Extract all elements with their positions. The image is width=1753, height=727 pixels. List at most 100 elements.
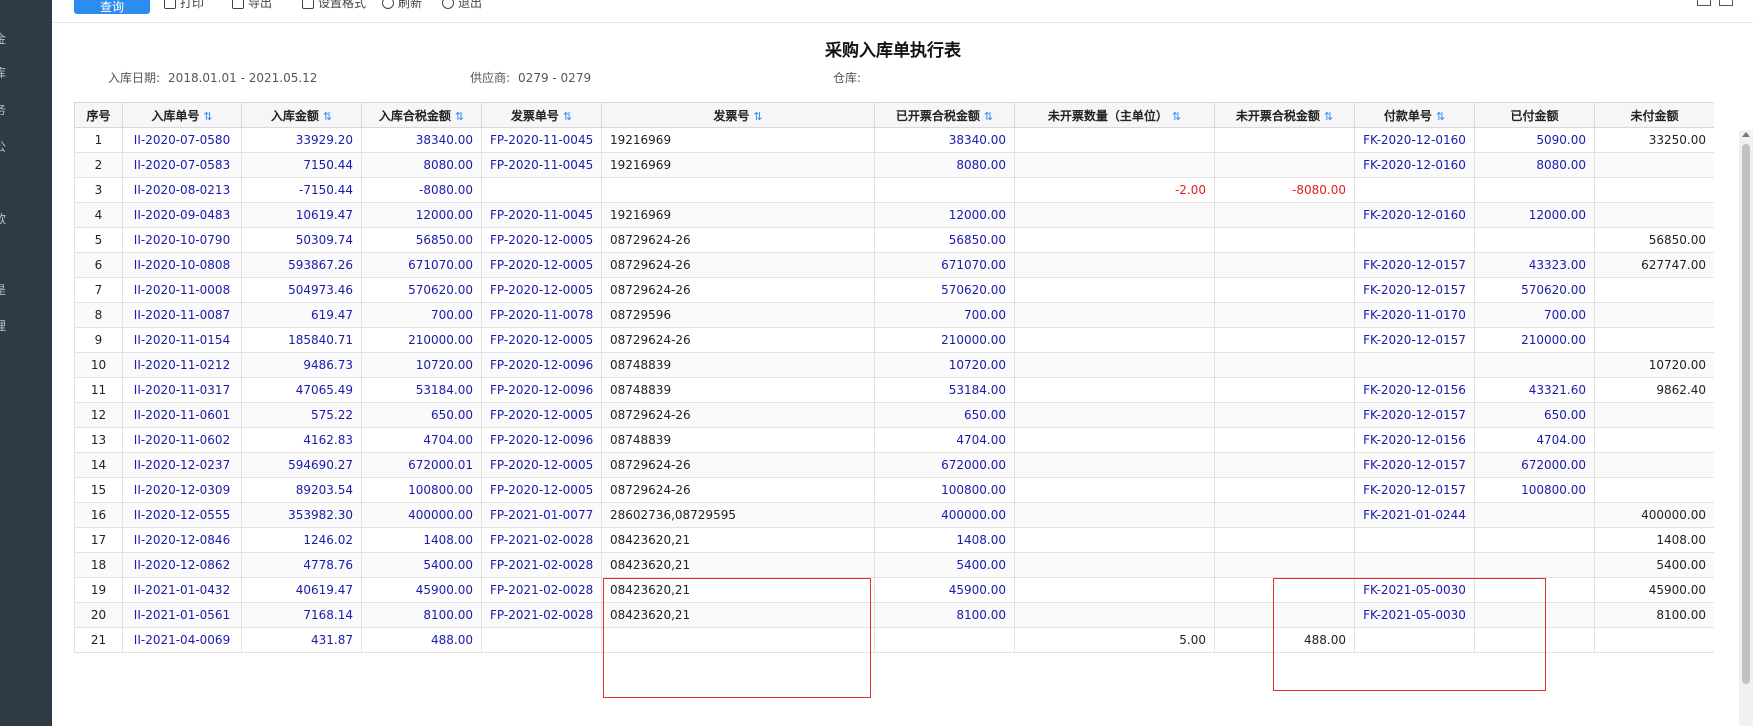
table-cell[interactable]: FP-2020-12-0005	[481, 277, 602, 303]
table-cell: 210000.00	[1474, 327, 1595, 353]
refresh-button[interactable]: 刷新	[382, 0, 422, 10]
table-cell[interactable]: II-2020-11-0601	[122, 402, 242, 428]
table-cell[interactable]: FP-2020-11-0078	[481, 302, 602, 328]
table-cell[interactable]: FP-2020-12-0096	[481, 427, 602, 453]
table-cell[interactable]: FK-2020-12-0160	[1354, 152, 1475, 178]
exit-button[interactable]: 退出	[442, 0, 482, 10]
table-cell[interactable]: FP-2021-02-0028	[481, 552, 602, 578]
scroll-up-icon[interactable]	[1742, 132, 1750, 137]
table-cell[interactable]: II-2020-12-0862	[122, 552, 242, 578]
table-cell: 185840.71	[241, 327, 362, 353]
table-cell[interactable]: II-2020-08-0213	[122, 177, 242, 203]
sidebar-item[interactable]: 公	[0, 138, 14, 155]
table-cell[interactable]: II-2020-07-0583	[122, 152, 242, 178]
sidebar-item[interactable]: 是	[0, 281, 14, 298]
table-cell[interactable]: FP-2020-12-0005	[481, 477, 602, 503]
column-header[interactable]: 发票单号 ⇅	[481, 102, 602, 128]
table-cell: 570620.00	[874, 277, 1015, 303]
window-icon[interactable]	[1719, 0, 1733, 6]
table-cell[interactable]: FP-2021-02-0028	[481, 577, 602, 603]
table-cell[interactable]: FP-2020-12-0005	[481, 402, 602, 428]
sidebar-item[interactable]: 务	[0, 101, 14, 118]
sort-icon[interactable]: ⇅	[563, 110, 572, 123]
table-cell[interactable]: II-2021-04-0069	[122, 627, 242, 653]
table-cell[interactable]: II-2021-01-0432	[122, 577, 242, 603]
format-button[interactable]: 设置格式	[302, 0, 366, 10]
column-header[interactable]: 入库单号 ⇅	[122, 102, 242, 128]
table-cell[interactable]: II-2021-01-0561	[122, 602, 242, 628]
table-cell: 19216969	[601, 202, 875, 228]
table-cell[interactable]: FK-2020-12-0160	[1354, 127, 1475, 153]
table-cell[interactable]: II-2020-09-0483	[122, 202, 242, 228]
table-cell: 7168.14	[241, 602, 362, 628]
column-header[interactable]: 已开票合税金额 ⇅	[874, 102, 1015, 128]
vertical-scrollbar[interactable]	[1739, 130, 1753, 726]
export-button[interactable]: 导出	[232, 0, 272, 10]
table-cell[interactable]: FK-2020-12-0157	[1354, 477, 1475, 503]
sidebar-item[interactable]: 金	[0, 30, 14, 47]
sidebar-item[interactable]: 库	[0, 64, 14, 81]
sidebar-item[interactable]: 理	[0, 317, 14, 334]
table-cell: 08729624-26	[601, 402, 875, 428]
table-cell: 89203.54	[241, 477, 362, 503]
table-cell[interactable]: FK-2020-12-0160	[1354, 202, 1475, 228]
column-header[interactable]: 付款单号 ⇅	[1354, 102, 1475, 128]
sort-icon[interactable]: ⇅	[203, 110, 212, 123]
table-cell[interactable]: FP-2020-11-0045	[481, 202, 602, 228]
column-header[interactable]: 入库合税金额 ⇅	[361, 102, 482, 128]
sort-icon[interactable]: ⇅	[1436, 110, 1445, 123]
table-cell[interactable]: FK-2020-12-0157	[1354, 452, 1475, 478]
table-cell[interactable]: FP-2021-01-0077	[481, 502, 602, 528]
table-cell[interactable]: II-2020-11-0212	[122, 352, 242, 378]
table-cell[interactable]: FK-2020-11-0170	[1354, 302, 1475, 328]
table-cell[interactable]: II-2020-10-0808	[122, 252, 242, 278]
table-cell[interactable]: II-2020-10-0790	[122, 227, 242, 253]
report-table-wrap: 序号 入库单号 ⇅ 入库金额 ⇅ 入库合税金额 ⇅ 发票单号 ⇅ 发票号 ⇅ 已开票合税金额 ⇅ 未开票数…	[74, 102, 1714, 727]
column-header[interactable]: 入库金额 ⇅	[241, 102, 362, 128]
table-cell[interactable]: II-2020-12-0309	[122, 477, 242, 503]
sort-icon[interactable]: ⇅	[323, 110, 332, 123]
table-cell[interactable]: FP-2020-12-0096	[481, 377, 602, 403]
column-header[interactable]: 发票号 ⇅	[601, 102, 875, 128]
table-cell[interactable]: II-2020-11-0154	[122, 327, 242, 353]
table-cell[interactable]: FP-2020-12-0005	[481, 452, 602, 478]
list-view-icon[interactable]	[1697, 0, 1711, 6]
table-cell[interactable]: FK-2021-01-0244	[1354, 502, 1475, 528]
query-button[interactable]: 查询	[74, 0, 150, 14]
table-cell[interactable]: FP-2020-11-0045	[481, 152, 602, 178]
column-header[interactable]: 未开票合税金额 ⇅	[1214, 102, 1355, 128]
table-cell[interactable]: FP-2020-12-0005	[481, 227, 602, 253]
sort-icon[interactable]: ⇅	[753, 110, 762, 123]
table-cell[interactable]: II-2020-11-0317	[122, 377, 242, 403]
table-cell[interactable]: II-2020-12-0555	[122, 502, 242, 528]
sort-icon[interactable]: ⇅	[1172, 110, 1181, 123]
table-cell[interactable]: FK-2021-05-0030	[1354, 602, 1475, 628]
table-cell[interactable]: FK-2020-12-0157	[1354, 327, 1475, 353]
table-cell[interactable]: II-2020-12-0846	[122, 527, 242, 553]
table-cell[interactable]: II-2020-07-0580	[122, 127, 242, 153]
table-cell[interactable]: II-2020-11-0087	[122, 302, 242, 328]
print-button[interactable]: 打印	[164, 0, 204, 10]
table-cell[interactable]: FK-2020-12-0157	[1354, 277, 1475, 303]
sort-icon[interactable]: ⇅	[1324, 110, 1333, 123]
scroll-thumb[interactable]	[1742, 144, 1750, 684]
table-cell[interactable]: FP-2020-12-0005	[481, 252, 602, 278]
table-cell[interactable]: FP-2021-02-0028	[481, 527, 602, 553]
table-cell[interactable]: II-2020-11-0008	[122, 277, 242, 303]
column-header[interactable]: 未开票数量（主单位） ⇅	[1014, 102, 1215, 128]
table-cell[interactable]: FK-2020-12-0157	[1354, 402, 1475, 428]
table-cell[interactable]: II-2020-11-0602	[122, 427, 242, 453]
table-cell[interactable]: FP-2020-12-0005	[481, 327, 602, 353]
table-cell[interactable]: FP-2020-12-0096	[481, 352, 602, 378]
table-cell[interactable]: II-2020-12-0237	[122, 452, 242, 478]
sort-icon[interactable]: ⇅	[455, 110, 464, 123]
table-cell[interactable]: FP-2021-02-0028	[481, 602, 602, 628]
table-cell[interactable]: FP-2020-11-0045	[481, 127, 602, 153]
table-cell[interactable]: FK-2020-12-0157	[1354, 252, 1475, 278]
table-cell[interactable]: FK-2021-05-0030	[1354, 577, 1475, 603]
table-cell[interactable]: FK-2020-12-0156	[1354, 377, 1475, 403]
sidebar-item[interactable]: 款	[0, 210, 14, 227]
column-header-label: 未开票合税金额	[1235, 108, 1320, 123]
table-cell[interactable]: FK-2020-12-0156	[1354, 427, 1475, 453]
sort-icon[interactable]: ⇅	[984, 110, 993, 123]
